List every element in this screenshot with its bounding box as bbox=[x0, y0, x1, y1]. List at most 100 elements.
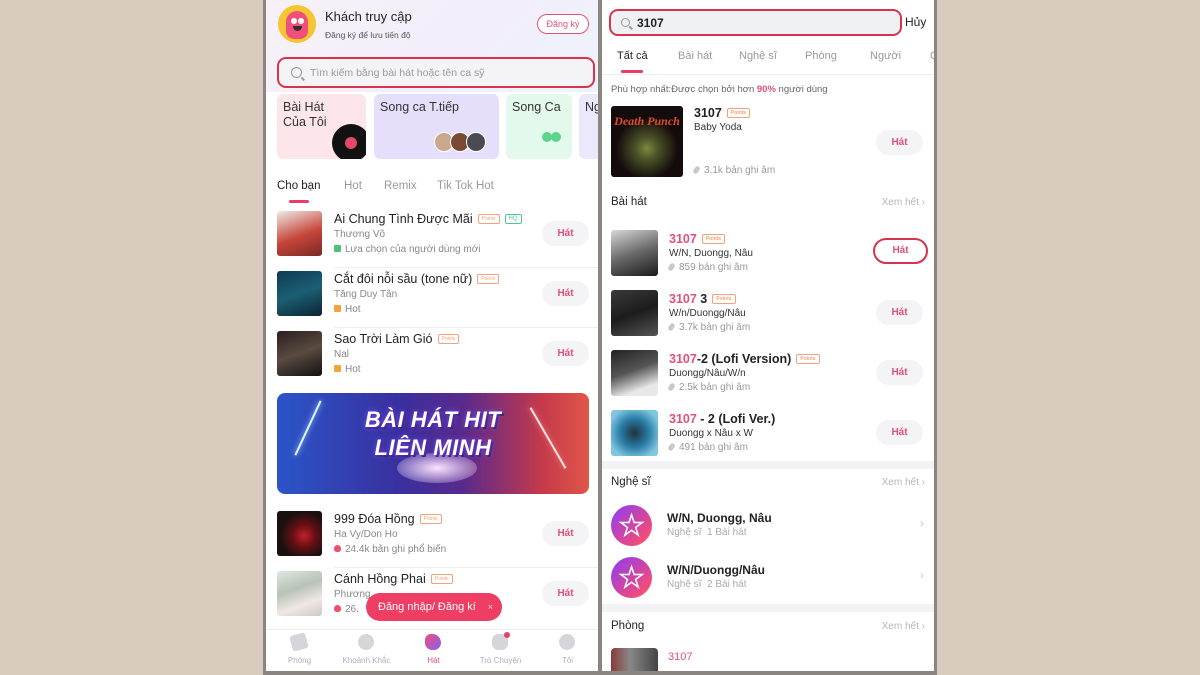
song-row[interactable]: Ai Chung Tình Được Mãi Points HQ Thương Võ… bbox=[266, 208, 598, 268]
songs-see-all-link[interactable]: Xem hết › bbox=[882, 197, 925, 208]
artist-star-avatar-icon bbox=[611, 557, 652, 598]
nav-label: Phòng bbox=[287, 656, 312, 665]
room-name: 3107 bbox=[668, 651, 693, 663]
points-badge: Points bbox=[477, 274, 500, 284]
points-badge: Points bbox=[477, 214, 500, 224]
song-cover bbox=[611, 350, 658, 396]
login-toast[interactable]: Đăng nhập/ Đăng kí × bbox=[366, 593, 502, 621]
song-result-row[interactable]: 3107-2 (Lofi Version) Points Duongg/Nâu/W… bbox=[602, 344, 934, 404]
microphone-icon bbox=[692, 165, 701, 175]
tab-all[interactable]: Tất cả bbox=[617, 50, 648, 62]
song-title: Cắt đôi nỗi sầu (tone nữ) bbox=[334, 272, 473, 286]
register-button[interactable]: Đăng ký bbox=[537, 14, 589, 34]
search-value: 3107 bbox=[637, 16, 664, 30]
bottom-navigation: Phòng Khoảnh Khắc Hát Trò Chuyện Tôi bbox=[266, 629, 598, 671]
see-all-label: Xem hết bbox=[881, 477, 919, 488]
fire-icon bbox=[334, 545, 341, 552]
song-artist: W/N, Duongg, Nâu bbox=[669, 248, 753, 259]
song-cover bbox=[277, 331, 322, 376]
song-result-row[interactable]: 3107 - 2 (Lofi Ver.) Duongg x Nâu x W 49… bbox=[602, 404, 934, 464]
nav-sing[interactable]: Hát bbox=[400, 630, 467, 671]
sing-button[interactable]: Hát bbox=[876, 420, 923, 445]
banner-title-line2: LIÊN MINH bbox=[374, 435, 492, 460]
planet-icon bbox=[358, 634, 374, 650]
recording-count: 859 bản ghi âm bbox=[679, 262, 748, 273]
title-match: 3107 bbox=[669, 292, 697, 306]
song-row[interactable]: Sao Trời Làm Gió Points Nal Hot Hát bbox=[266, 328, 598, 388]
sing-button[interactable]: Hát bbox=[542, 281, 589, 306]
sing-button[interactable]: Hát bbox=[876, 130, 923, 155]
tab-more[interactable]: C bbox=[930, 50, 934, 62]
title-match: 3107 bbox=[669, 412, 697, 426]
rooms-see-all-link[interactable]: Xem hết › bbox=[882, 621, 925, 632]
tab-for-you[interactable]: Cho bạn bbox=[277, 180, 320, 192]
sing-button[interactable]: Hát bbox=[542, 341, 589, 366]
song-cover bbox=[277, 211, 322, 256]
section-gap bbox=[602, 604, 934, 612]
artist-star-avatar-icon bbox=[611, 505, 652, 546]
tab-songs[interactable]: Bài hát bbox=[678, 50, 712, 62]
cancel-button[interactable]: Hủy bbox=[905, 15, 926, 29]
nav-me[interactable]: Tôi bbox=[534, 630, 598, 671]
guest-avatar[interactable] bbox=[278, 5, 316, 43]
song-row[interactable]: Cắt đôi nỗi sầu (tone nữ) Points Tăng Duy… bbox=[266, 268, 598, 328]
song-artist: Duongg x Nâu x W bbox=[669, 428, 753, 439]
song-result-row[interactable]: 3107 3 Points W/n/Duongg/Nâu 3.7k bản ghi… bbox=[602, 284, 934, 344]
sing-button[interactable]: Hát bbox=[876, 300, 923, 325]
artist-row[interactable]: W/N, Duongg, Nâu Nghệ sĩ 1 Bài hát › bbox=[602, 500, 934, 552]
notification-dot bbox=[504, 632, 510, 638]
song-result-row[interactable]: 3107 Points W/N, Duongg, Nâu 859 bản ghi … bbox=[602, 224, 934, 284]
nav-moments[interactable]: Khoảnh Khắc bbox=[333, 630, 400, 671]
hot-icon bbox=[334, 365, 341, 372]
nav-chat[interactable]: Trò Chuyện bbox=[467, 630, 534, 671]
search-input[interactable]: Tìm kiếm bằng bài hát hoặc tên ca sỹ bbox=[277, 57, 595, 88]
cover-text: Death Punch bbox=[614, 114, 680, 128]
category-duet[interactable]: Song Ca bbox=[506, 94, 572, 159]
new-user-icon bbox=[334, 245, 341, 252]
nav-room[interactable]: Phòng bbox=[266, 630, 333, 671]
sing-button-highlighted[interactable]: Hát bbox=[873, 238, 928, 264]
active-tab-indicator bbox=[621, 70, 643, 73]
tab-rooms[interactable]: Phòng bbox=[805, 50, 837, 62]
tab-tiktok-hot[interactable]: Tik Tok Hot bbox=[437, 180, 494, 192]
promo-banner[interactable]: BÀI HÁT HIT LIÊN MINH bbox=[277, 393, 589, 494]
chevron-right-icon: › bbox=[921, 197, 925, 208]
category-label: Song ca T.tiếp bbox=[380, 100, 459, 114]
search-input[interactable]: 3107 bbox=[609, 9, 902, 36]
recording-count: 3.1k bản ghi âm bbox=[704, 165, 776, 176]
vinyl-record-icon bbox=[332, 124, 366, 159]
tab-artists[interactable]: Nghệ sĩ bbox=[739, 50, 777, 62]
category-duet-continue[interactable]: Song ca T.tiếp bbox=[374, 94, 499, 159]
microphone-icon bbox=[667, 382, 676, 392]
song-row[interactable]: 999 Đóa Hồng Points Ha Vy/Don Ho 24.4k bả… bbox=[266, 508, 598, 568]
song-cover bbox=[611, 290, 658, 336]
best-match-artist: Baby Yoda bbox=[694, 122, 742, 133]
tab-hot[interactable]: Hot bbox=[344, 180, 362, 192]
song-title: Sao Trời Làm Gió bbox=[334, 332, 433, 346]
tab-remix[interactable]: Remix bbox=[384, 180, 417, 192]
artists-see-all-link[interactable]: Xem hết › bbox=[882, 477, 925, 488]
sing-button[interactable]: Hát bbox=[542, 221, 589, 246]
chevron-right-icon: › bbox=[920, 568, 924, 582]
best-match-cover: Death Punch bbox=[611, 106, 683, 177]
category-my-songs[interactable]: Bài Hát Của Tôi bbox=[277, 94, 366, 159]
artist-row[interactable]: W/N/Duongg/Nâu Nghệ sĩ 2 Bài hát › bbox=[602, 552, 934, 604]
points-badge: Points bbox=[726, 108, 751, 118]
sing-button[interactable]: Hát bbox=[876, 360, 923, 385]
best-match-text: Được chọn bởi hơn bbox=[671, 84, 757, 95]
close-icon[interactable]: × bbox=[488, 593, 493, 621]
sing-button[interactable]: Hát bbox=[542, 581, 589, 606]
artist-name: W/N, Duongg, Nâu bbox=[667, 511, 772, 525]
banner-title-line1: BÀI HÁT HIT bbox=[364, 407, 502, 432]
tab-people[interactable]: Người bbox=[870, 50, 901, 62]
category-more[interactable]: Ng bbox=[579, 94, 598, 159]
points-badge: Points bbox=[437, 334, 460, 344]
chevron-right-icon: › bbox=[921, 621, 925, 632]
microphones-icon bbox=[542, 132, 562, 148]
artist-role: Nghệ sĩ bbox=[667, 527, 702, 538]
sing-button[interactable]: Hát bbox=[542, 521, 589, 546]
song-title: Ai Chung Tình Được Mãi bbox=[334, 212, 473, 226]
room-cover bbox=[611, 648, 658, 671]
see-all-label: Xem hết bbox=[881, 197, 919, 208]
section-gap bbox=[602, 461, 934, 469]
